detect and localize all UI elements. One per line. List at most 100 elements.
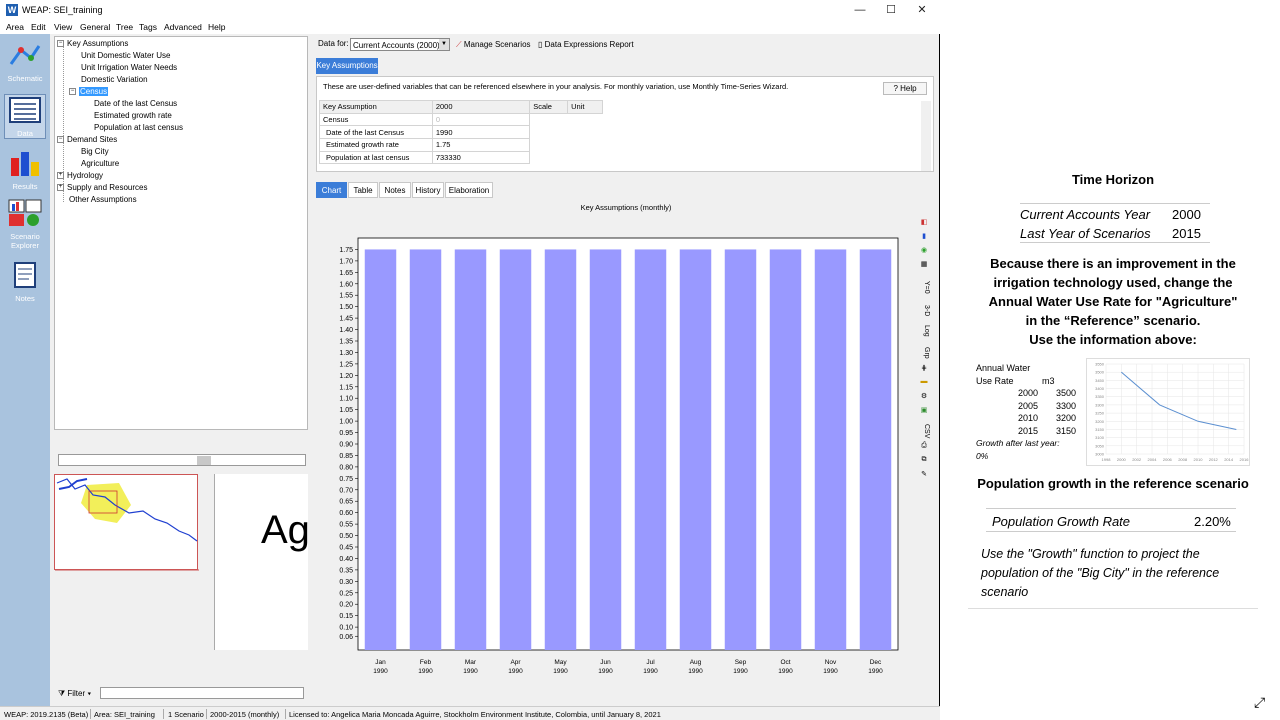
status-license: Licensed to: Angelica Maria Moncada Agui… [289, 710, 661, 719]
group-toggle[interactable]: Grp [918, 344, 930, 362]
log-toggle[interactable]: Log [918, 322, 930, 340]
tree-label: Population at last census [94, 123, 183, 132]
tree-node-census[interactable]: − Census [69, 87, 109, 96]
view-schematic[interactable]: Schematic [4, 40, 46, 83]
menu-help[interactable]: Help [208, 22, 225, 32]
tree-label: Hydrology [67, 171, 104, 180]
tree-node-unit-domestic[interactable]: Unit Domestic Water Use [81, 51, 171, 60]
csv-button[interactable]: CSV [918, 422, 930, 440]
expand-icon[interactable]: ⤢ [1254, 694, 1265, 711]
y-tick-label: 0.06 [339, 634, 353, 641]
data-for-select[interactable]: Current Accounts (2000) ▼ [350, 38, 450, 51]
tree-node-big-city[interactable]: Big City [81, 147, 109, 156]
row-value[interactable]: 0 [431, 112, 531, 127]
tools-icon[interactable]: ✎ [918, 470, 930, 480]
y-tick-label: 0.60 [339, 510, 353, 517]
view-notes[interactable]: Notes [4, 260, 46, 303]
row-value[interactable]: 733330 [431, 150, 531, 165]
tree-node-growth-rate[interactable]: Estimated growth rate [94, 111, 172, 120]
tab-chart[interactable]: Chart [316, 182, 347, 198]
data-for-value: Current Accounts (2000) [353, 41, 440, 50]
tree-label: Supply and Resources [67, 183, 148, 192]
y-zero-toggle[interactable]: Y=0 [918, 276, 930, 298]
color-icon[interactable]: ◉ [918, 246, 930, 256]
menu-area[interactable]: Area [6, 22, 24, 32]
scroll-thumb[interactable] [197, 456, 211, 465]
maximize-button[interactable]: ☐ [881, 3, 901, 17]
y-tick-label: 0.45 [339, 545, 353, 552]
tree-node-unit-irrigation[interactable]: Unit Irrigation Water Needs [81, 63, 177, 72]
overview-map[interactable] [54, 474, 199, 571]
menu-tags[interactable]: Tags [139, 22, 157, 32]
three-d-toggle[interactable]: 3-D [918, 302, 930, 320]
table-row[interactable]: Date of the last Census 1990 [319, 125, 603, 140]
x-tick-label: Feb [420, 659, 432, 666]
bar-style-icon[interactable]: ▮ [918, 232, 930, 242]
table-row[interactable]: Census 0 [319, 112, 603, 127]
help-button[interactable]: ? Help [883, 82, 927, 95]
horizontal-scrollbar[interactable] [58, 454, 306, 466]
grid-icon[interactable]: ⋕ [918, 364, 930, 374]
title-bar: W WEAP: SEI_training — ☐ ✕ [0, 0, 940, 20]
filter-input[interactable] [100, 687, 304, 699]
menu-advanced[interactable]: Advanced [164, 22, 202, 32]
close-button[interactable]: ✕ [912, 3, 932, 17]
collapse-icon[interactable]: − [57, 136, 64, 144]
row-value[interactable]: 1990 [431, 125, 531, 140]
pattern-icon[interactable]: ▦ [918, 260, 930, 270]
x-tick-label: 1990 [733, 668, 748, 675]
chart-area: Key Assumptions (monthly) 0.06 0.10 0.15 0.… [316, 198, 916, 702]
tree-node-population[interactable]: Population at last census [94, 123, 183, 132]
table-row[interactable]: Estimated growth rate 1.75 [319, 138, 603, 152]
tree-node-hydrology[interactable]: + Hydrology [57, 171, 103, 180]
excel-icon[interactable]: ▣ [918, 406, 930, 416]
tree-node-supply[interactable]: + Supply and Resources [57, 183, 148, 192]
tree-node-demand-sites[interactable]: − Demand Sites [57, 135, 117, 144]
x-tick-label: Jan [375, 659, 386, 666]
menu-tree[interactable]: Tree [116, 22, 133, 32]
tree-node-date-last-census[interactable]: Date of the last Census [94, 99, 177, 108]
expand-icon[interactable]: + [57, 184, 64, 192]
key-assumptions-tab[interactable]: Key Assumptions [316, 58, 378, 74]
y-tick-label: 1.70 [339, 258, 353, 265]
collapse-icon[interactable]: − [69, 88, 76, 96]
x-tick-label: 2012 [1209, 457, 1219, 462]
tab-elaboration[interactable]: Elaboration [445, 182, 493, 198]
x-tick-label: Jun [600, 659, 611, 666]
expand-icon[interactable]: + [57, 172, 64, 180]
minimize-button[interactable]: — [850, 3, 870, 17]
copy-icon[interactable]: ⧉ [918, 456, 930, 466]
y-tick-label: 1.60 [339, 281, 353, 288]
manage-scenarios-button[interactable]: ⟋ Manage Scenarios [456, 40, 531, 50]
export-icon[interactable]: ▬ [918, 378, 930, 388]
tab-table[interactable]: Table [348, 182, 378, 198]
tab-notes[interactable]: Notes [379, 182, 411, 198]
data-expressions-button[interactable]: ▯ Data Expressions Report [538, 40, 634, 49]
settings-icon[interactable]: ⚙ [918, 392, 930, 402]
y-tick-label: 0.75 [339, 476, 353, 483]
tree-node-domestic-variation[interactable]: Domestic Variation [81, 75, 148, 84]
row-value[interactable]: 1.75 [431, 138, 531, 152]
collapse-icon[interactable]: − [57, 40, 64, 48]
view-data[interactable]: Data [4, 94, 46, 139]
tree-node-agriculture[interactable]: Agriculture [81, 159, 119, 168]
chart-type-icon[interactable]: ◧ [918, 218, 930, 228]
filter-button[interactable]: ⧩ Filter ▾ [58, 689, 91, 699]
y-tick-label: 3350 [1095, 394, 1105, 399]
tab-history[interactable]: History [412, 182, 444, 198]
tree-label: Estimated growth rate [94, 111, 172, 120]
table-title: Annual Water [976, 363, 1031, 373]
chevron-down-icon[interactable]: ▼ [439, 39, 449, 50]
table-row[interactable]: Population at last census 733330 [319, 150, 603, 165]
tree-node-key-assumptions[interactable]: − Key Assumptions [57, 39, 128, 48]
menu-view[interactable]: View [54, 22, 72, 32]
map-image [55, 478, 199, 571]
view-scenario-explorer[interactable]: Scenario Explorer [4, 198, 46, 250]
view-results[interactable]: Results [4, 148, 46, 191]
menu-edit[interactable]: Edit [31, 22, 46, 32]
vertical-scrollbar[interactable] [921, 101, 931, 171]
print-icon[interactable]: ⎙ [918, 442, 930, 452]
tree-node-other[interactable]: Other Assumptions [69, 195, 137, 204]
menu-general[interactable]: General [80, 22, 110, 32]
bar [859, 249, 892, 650]
